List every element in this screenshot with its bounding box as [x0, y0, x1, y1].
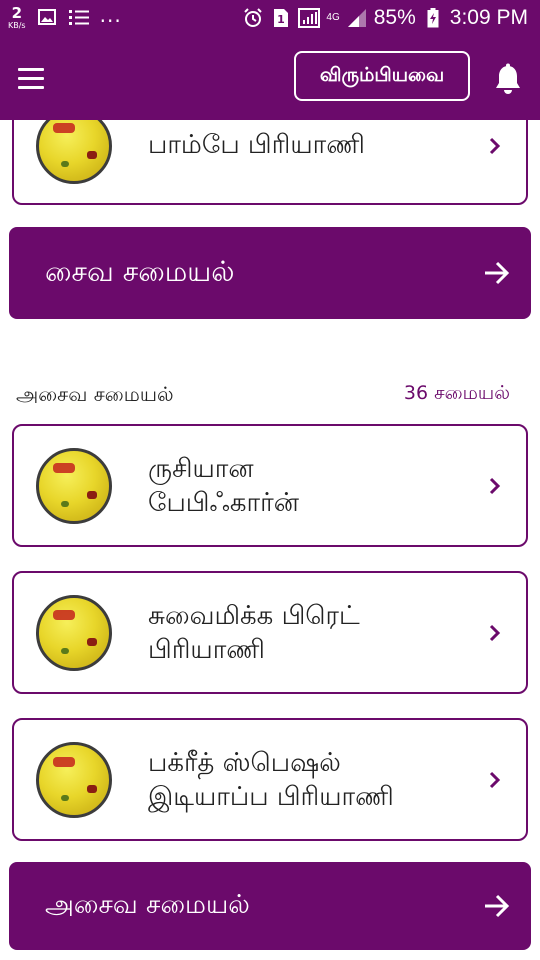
- app-bar: விரும்பியவை: [0, 38, 540, 120]
- nonveg-category-label: அசைவ சமையல்: [45, 889, 250, 920]
- chevron-right-icon: [488, 623, 502, 643]
- chevron-right-icon: [488, 476, 502, 496]
- speed-unit: KB/s: [8, 21, 26, 30]
- speed-value: 2: [11, 4, 23, 22]
- recipe-title-line2: இடியாப்ப பிரியாணி: [148, 782, 394, 812]
- clock: 3:09 PM: [449, 6, 528, 29]
- status-bar: 2 KB/s ... 1 4G 85% 3:09 PM: [0, 0, 540, 38]
- nonveg-category-button[interactable]: அசைவ சமையல்: [9, 862, 531, 950]
- battery-percent: 85%: [373, 6, 416, 29]
- recipe-title: பாம்பே பிரியாணி: [148, 130, 365, 160]
- recipe-title-line1: ருசியான: [148, 454, 254, 484]
- svg-text:1: 1: [278, 13, 286, 26]
- bell-icon[interactable]: [492, 63, 524, 97]
- veg-category-button[interactable]: சைவ சமையல்: [9, 227, 531, 319]
- network-type: 4G: [326, 12, 340, 23]
- recipe-title: பக்ரீத் ஸ்பெஷல் இடியாப்ப பிரியாணி: [148, 746, 394, 814]
- gallery-icon: [36, 6, 58, 28]
- recipe-title-line1: பக்ரீத் ஸ்பெஷல்: [148, 748, 341, 778]
- recipe-list[interactable]: பாம்பே பிரியாணி சைவ சமையல் அசைவ சமையல் 3…: [0, 120, 540, 960]
- recipe-card[interactable]: ருசியான பேபிஃகார்ன்: [12, 424, 528, 547]
- recipe-thumbnail: [36, 448, 112, 524]
- list-icon: [68, 6, 90, 28]
- network-speed: 2 KB/s: [8, 6, 26, 30]
- section-heading: அசைவ சமையல்: [16, 382, 174, 406]
- arrow-right-icon: [483, 259, 511, 287]
- favorites-button[interactable]: விரும்பியவை: [294, 51, 470, 101]
- recipe-title-line2: பிரியாணி: [148, 635, 265, 665]
- recipe-card[interactable]: பக்ரீத் ஸ்பெஷல் இடியாப்ப பிரியாணி: [12, 718, 528, 841]
- battery-icon: [422, 7, 444, 29]
- recipe-card-bombay-biryani[interactable]: பாம்பே பிரியாணி: [12, 120, 528, 205]
- chevron-right-icon: [488, 770, 502, 790]
- recipe-title: சுவைமிக்க பிரெட் பிரியாணி: [148, 599, 360, 667]
- recipe-title-line2: பேபிஃகார்ன்: [148, 488, 299, 518]
- arrow-right-icon: [483, 892, 511, 920]
- recipe-card[interactable]: சுவைமிக்க பிரெட் பிரியாணி: [12, 571, 528, 694]
- sim-icon: 1: [270, 7, 292, 29]
- signal-icon: [298, 7, 321, 29]
- section-count: 36 சமையல்: [403, 382, 510, 404]
- recipe-thumbnail: [36, 742, 112, 818]
- chevron-right-icon: [488, 136, 502, 156]
- recipe-title-line1: சுவைமிக்க பிரெட்: [148, 601, 360, 631]
- recipe-thumbnail: [36, 120, 112, 184]
- menu-icon[interactable]: [16, 66, 48, 92]
- veg-category-label: சைவ சமையல்: [45, 254, 235, 288]
- cell-signal-icon: [346, 7, 368, 29]
- recipe-thumbnail: [36, 595, 112, 671]
- alarm-icon: [242, 7, 264, 29]
- more-notifications: ...: [99, 3, 122, 27]
- recipe-title: ருசியான பேபிஃகார்ன்: [148, 452, 299, 520]
